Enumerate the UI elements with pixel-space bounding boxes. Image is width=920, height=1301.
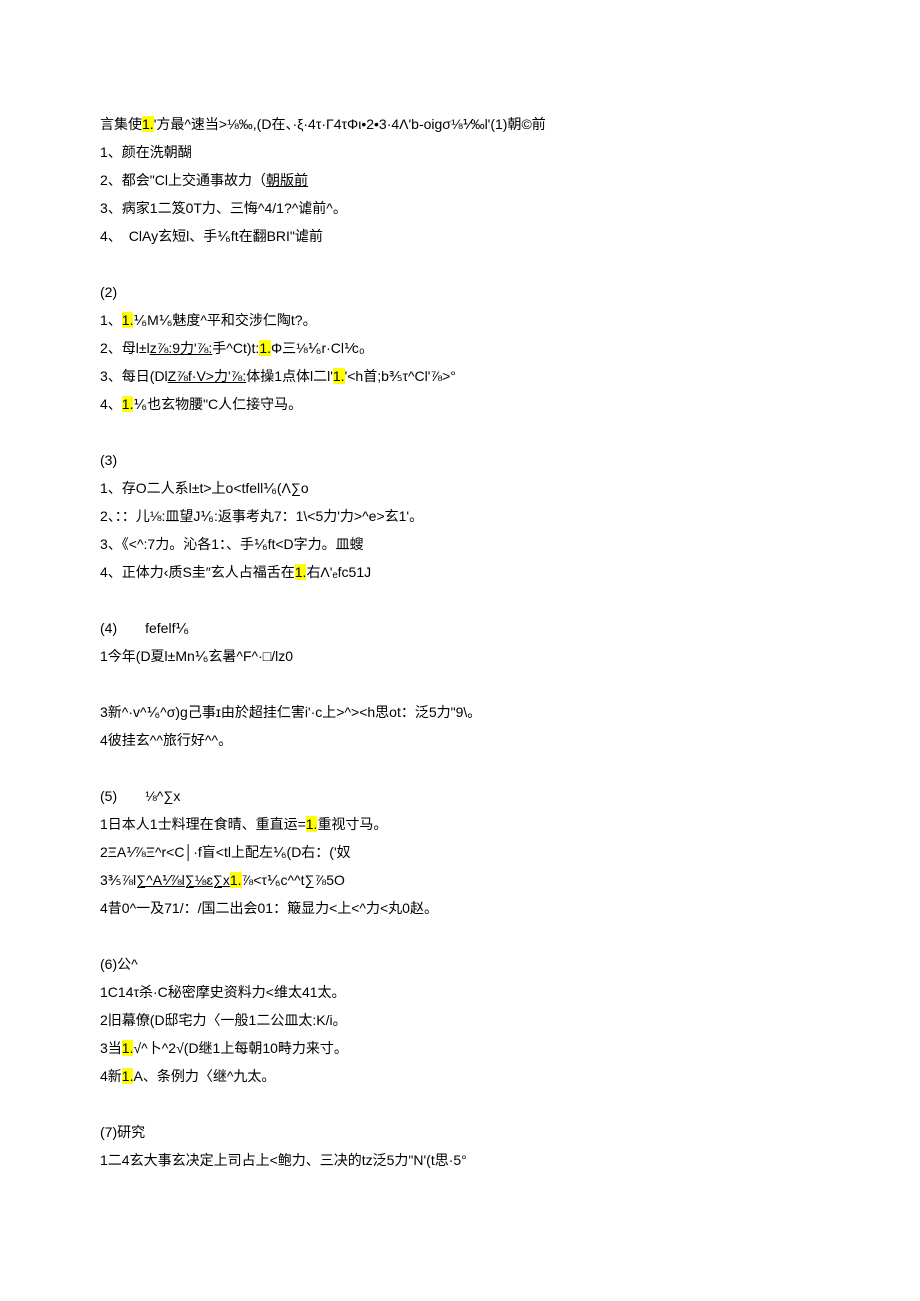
- text: 3当: [100, 1040, 122, 1056]
- sec2-line3: 3、每日(DlZ⅞f·V>力'⅞:体操1点体l二l'1.'<h首;b⅗τ^Cl'…: [100, 362, 820, 390]
- sec2-line4: 4、1.⅟₆也玄物腰"C人仁接守马。: [100, 390, 820, 418]
- sec1-line4: 4、 ClAy玄短l、手⅟₆ft在翻BRI"谑前: [100, 222, 820, 250]
- text: 3⅗⅞l: [100, 872, 136, 888]
- sec6-line2: 2旧幕僚(D邸宅力〈一般1二公皿太:K/i。: [100, 1006, 820, 1034]
- intro-line: 言集使1.'方最^速当>⅛‰,(D在、·ξ·4τ·Γ4τΦι•2•3·4Λ'b-…: [100, 110, 820, 138]
- text: 重视寸马。: [317, 816, 387, 832]
- text: 1、: [100, 312, 122, 328]
- highlight: 1.: [122, 1068, 134, 1084]
- sec3-line1: 1、存O二人系l±t>上o<tfell⅟₆(Λ∑o: [100, 474, 820, 502]
- sec5-line3: 3⅗⅞l∑^A⅟⅞l∑⅛ɛ∑x1.⅞<τ⅟₆c^^t∑⅞5O: [100, 866, 820, 894]
- text: ⅟₆M⅟₆魅度^平和交涉仁陶t?。: [133, 312, 316, 328]
- section-gap: [100, 1090, 820, 1118]
- text: 1日本人1士料理在食晴、重直运=: [100, 816, 306, 832]
- text: A、条例力〈继^九太。: [133, 1068, 275, 1084]
- underline-text: 朝版前: [266, 172, 308, 188]
- text: 4新: [100, 1068, 122, 1084]
- text: 体操1点体l二l': [246, 368, 333, 384]
- section-gap: [100, 250, 820, 278]
- underline-text: ∑x: [213, 872, 230, 888]
- section-gap: [100, 670, 820, 698]
- sec6-line4: 4新1.A、条例力〈继^九太。: [100, 1062, 820, 1090]
- sec5-line1: 1日本人1士料理在食晴、重直运=1.重视寸马。: [100, 810, 820, 838]
- section-gap: [100, 754, 820, 782]
- highlight: 1.: [122, 312, 134, 328]
- highlight: 1.: [306, 816, 318, 832]
- text: 手^Ct)t:: [212, 340, 259, 356]
- sec4-line4: 4彼挂玄^^旅行好^^。: [100, 726, 820, 754]
- highlight: 1.: [333, 368, 345, 384]
- highlight: 1.: [142, 116, 154, 132]
- sec4-line3: 3新^·v^⅟₆^σ)g己事ɪ由於超挂仁害i'·c上>^><h思ot：泛5力"9…: [100, 698, 820, 726]
- sec3-line2: 2、：：儿⅛:皿望J⅟₆:返事考丸7：1\<5力'力>^e>玄1'。: [100, 502, 820, 530]
- highlight: 1.: [230, 872, 242, 888]
- text: 右Λ'ₑfc51J: [306, 564, 371, 580]
- sec2-line2: 2、母l±lz⅞:9力'⅞:手^Ct)t:1.Φ三⅛⅟₆r·Cl⅟c₀: [100, 334, 820, 362]
- sec6-line3: 3当1.√^卜^2√(D继1上每朝10畤力来寸。: [100, 1034, 820, 1062]
- sec3-line4: 4、正体力‹质S圭″玄人占福舌在1.右Λ'ₑfc51J: [100, 558, 820, 586]
- highlight: 1.: [295, 564, 307, 580]
- underline-text: ∑⅛ɛ: [185, 872, 213, 888]
- section-gap: [100, 586, 820, 614]
- sec1-line1: 1、颜在洗朝醐: [100, 138, 820, 166]
- sec4-head: (4) fefelf⅟₆: [100, 614, 820, 642]
- sec6-head: (6)公^: [100, 950, 820, 978]
- text: Φ三⅛⅟₆r·Cl⅟c₀: [271, 340, 365, 356]
- sec2-line1: 1、1.⅟₆M⅟₆魅度^平和交涉仁陶t?。: [100, 306, 820, 334]
- highlight: 1.: [259, 340, 271, 356]
- highlight: 1.: [122, 1040, 134, 1056]
- text: 2、母l±l: [100, 340, 150, 356]
- sec1-line2: 2、都会"Cl上交通事故力（朝版前: [100, 166, 820, 194]
- sec5-line4: 4昔0^一及71/：/国二出会01：簸显力<上<^力<丸0赵。: [100, 894, 820, 922]
- text: ⅟₆也玄物腰"C人仁接守马。: [133, 396, 302, 412]
- underline-text: ∑^A⅟⅞l: [136, 872, 185, 888]
- section-gap: [100, 418, 820, 446]
- sec6-line1: 1C14τ杀·C秘密摩史资料力<维太41太。: [100, 978, 820, 1006]
- text: ⅞<τ⅟₆c^^t∑⅞5O: [242, 872, 345, 888]
- text: 言集使: [100, 116, 142, 132]
- sec5-head: (5) ⅛^∑x: [100, 782, 820, 810]
- text: '方最^速当>⅛‰,(D在、·ξ·4τ·Γ4τΦι•2•3·4Λ'b-oigσ⅛…: [154, 116, 546, 132]
- sec3-line3: 3、《<^:7力。沁各1：、手⅟₆ft<D字力。皿螋: [100, 530, 820, 558]
- underline-text: Z⅞f·V>力'⅞:: [168, 368, 247, 384]
- section-gap: [100, 922, 820, 950]
- sec7-line1: 1二4玄大事玄决定上司占上<鲍力、三决的tz泛5力"N'(t思·5°: [100, 1146, 820, 1174]
- sec2-head: (2): [100, 278, 820, 306]
- text: 2、都会"Cl上交通事故力（: [100, 172, 266, 188]
- text: 4、正体力‹质S圭″玄人占福舌在: [100, 564, 295, 580]
- text: √^卜^2√(D继1上每朝10畤力来寸。: [133, 1040, 347, 1056]
- underline-text: z⅞:9力'⅞:: [150, 340, 213, 356]
- text: 3、每日(Dl: [100, 368, 168, 384]
- highlight: 1.: [122, 396, 134, 412]
- text: 4、: [100, 396, 122, 412]
- sec7-head: (7)研究: [100, 1118, 820, 1146]
- sec4-line1: 1今年(D夏l±Mn⅟₆玄暑^F^·□/lz0: [100, 642, 820, 670]
- sec5-line2: 2ΞA⅟⅞Ξ^r<C│·f盲<tl上配左⅟₆(D右：('奴: [100, 838, 820, 866]
- text: '<h首;b⅗τ^Cl'⅞>°: [345, 368, 456, 384]
- sec3-head: (3): [100, 446, 820, 474]
- sec1-line3: 3、病家1二笈0T力、三悔^4/1?^谑前^。: [100, 194, 820, 222]
